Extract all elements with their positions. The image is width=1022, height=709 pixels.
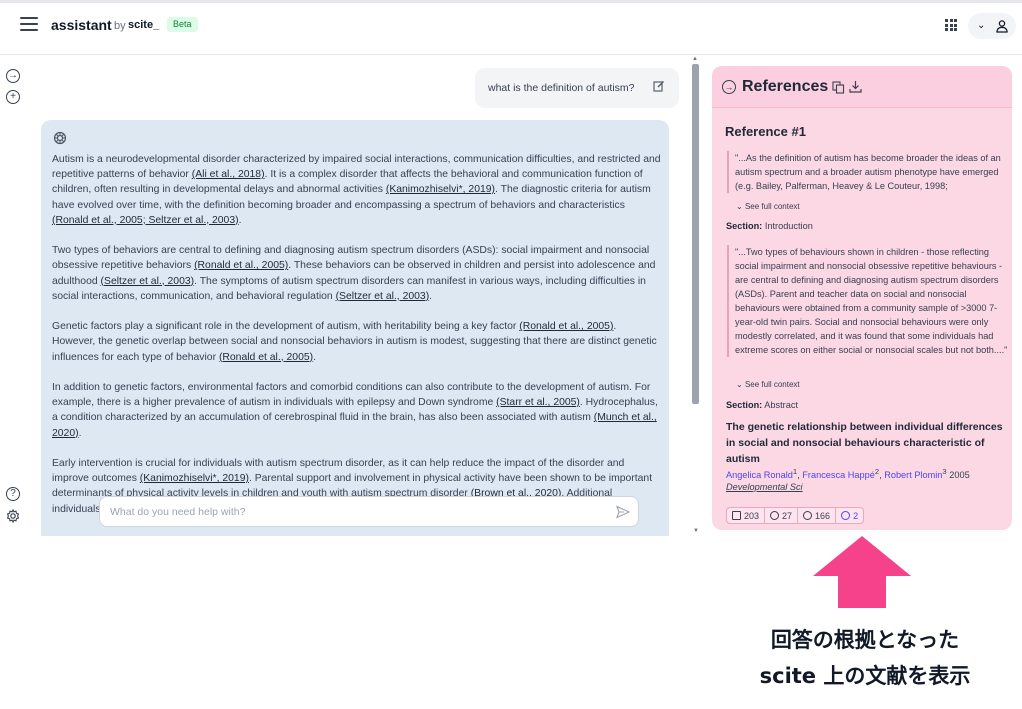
expand-arrow-icon[interactable]: → — [6, 69, 20, 83]
citation-link[interactable]: (Kanimozhiselvi*, 2019) — [386, 184, 495, 195]
by-label: by — [114, 20, 126, 32]
check-circle-icon — [770, 511, 780, 520]
reference-section: Section: Abstract — [726, 400, 798, 410]
answer-paragraph: Genetic factors play a significant role … — [52, 321, 657, 363]
question-circle-icon — [841, 511, 851, 520]
assistant-answer: Autism is a neurodevelopmental disorder … — [41, 120, 669, 536]
citation-link[interactable]: (Ali et al., 2018) — [192, 169, 265, 180]
citation-link[interactable]: (Seltzer et al., 2003) — [101, 276, 195, 287]
menu-icon[interactable] — [20, 17, 38, 31]
mentioning-badge[interactable]: 166 — [798, 508, 837, 523]
caption-line: scite 上の文献を表示 — [759, 664, 971, 688]
send-icon[interactable] — [616, 505, 630, 519]
edit-icon[interactable] — [653, 80, 665, 92]
scroll-up-arrow-icon[interactable]: ▲ — [692, 56, 698, 62]
document-icon — [732, 511, 741, 520]
user-icon — [996, 20, 1008, 33]
citation-link[interactable]: (Ronald et al., 2005) — [219, 352, 313, 363]
settings-gear-icon[interactable] — [6, 509, 20, 523]
mention-circle-icon — [803, 511, 813, 520]
apps-grid-icon[interactable] — [945, 19, 957, 31]
reference-section: Section: Introduction — [726, 221, 813, 231]
answer-text: Autism is a neurodevelopmental disorder … — [52, 152, 662, 532]
assistant-logo-icon — [53, 131, 67, 145]
reference-number: Reference #1 — [725, 124, 806, 139]
answer-paragraph: Autism is a neurodevelopmental disorder … — [52, 154, 661, 226]
citation-link[interactable]: (Ronald et al., 2005) — [519, 321, 613, 332]
contrasting-badge[interactable]: 2 — [836, 508, 863, 523]
references-panel: → References Reference #1 "...As the def… — [712, 66, 1012, 530]
paper-journal[interactable]: Developmental Sci — [726, 482, 803, 492]
user-menu-button[interactable]: ⌄ — [968, 13, 1016, 39]
scroll-down-arrow-icon[interactable]: ▼ — [693, 528, 699, 534]
paper-year: 2005 — [949, 470, 970, 481]
chat-input[interactable] — [110, 504, 590, 520]
paper-authors: Angelica Ronald1, Francesca Happé2, Robe… — [726, 467, 970, 481]
citation-link[interactable]: (Ronald et al., 2005) — [194, 260, 288, 271]
collapse-arrow-icon[interactable]: → — [722, 80, 736, 94]
citation-link[interactable]: (Kanimozhiselvi*, 2019) — [140, 473, 249, 484]
new-chat-plus-icon[interactable]: + — [6, 90, 20, 104]
beta-badge: Beta — [167, 17, 198, 32]
answer-paragraph: Two types of behaviors are central to de… — [52, 245, 656, 302]
user-message: what is the definition of autism? — [475, 68, 679, 108]
citation-link[interactable]: (Seltzer et al., 2003) — [336, 291, 430, 302]
answer-paragraph: In addition to genetic factors, environm… — [52, 382, 658, 439]
pointer-arrow-icon — [813, 536, 911, 608]
citation-link[interactable]: (Starr et al., 2005) — [496, 397, 580, 408]
copy-references-icon[interactable] — [832, 81, 845, 94]
caption-line: 回答の根拠となった — [770, 628, 960, 652]
reference-quote: "...As the definition of autism has beco… — [727, 151, 1010, 193]
app-title: assistant — [51, 17, 112, 33]
citation-link[interactable]: (Ronald et al., 2005; Seltzer et al., 20… — [52, 215, 239, 226]
references-header: → References — [712, 66, 1012, 108]
user-message-text: what is the definition of autism? — [488, 82, 635, 94]
see-full-context-link[interactable]: ⌄ See full context — [736, 202, 800, 211]
chat-scrollbar-thumb[interactable] — [692, 64, 699, 404]
help-icon[interactable]: ? — [6, 487, 20, 501]
reference-quote: "...Two types of behaviours shown in chi… — [727, 245, 1010, 357]
chat-input-box — [99, 496, 639, 527]
scite-logo-text: scite_ — [128, 19, 160, 31]
download-icon[interactable] — [849, 80, 862, 93]
chevron-down-icon: ⌄ — [977, 20, 986, 31]
references-title: References — [742, 78, 829, 95]
annotation-caption: 回答の根拠となった scite 上の文献を表示 — [720, 622, 1010, 694]
chat-panel: what is the definition of autism? Autism… — [28, 56, 690, 536]
citing-publications-badge[interactable]: 203 — [727, 508, 766, 523]
supporting-badge[interactable]: 27 — [765, 508, 799, 523]
app-header: assistant by scite_ Beta ⌄ — [0, 3, 1022, 55]
paper-title[interactable]: The genetic relationship between individ… — [726, 419, 1006, 467]
see-full-context-link[interactable]: ⌄ See full context — [736, 380, 800, 389]
author-link[interactable]: Robert Plomin — [884, 470, 942, 480]
author-link[interactable]: Angelica Ronald — [726, 470, 793, 480]
author-link[interactable]: Francesca Happé — [802, 470, 875, 480]
citation-stats: 203 27 166 2 — [726, 507, 865, 524]
